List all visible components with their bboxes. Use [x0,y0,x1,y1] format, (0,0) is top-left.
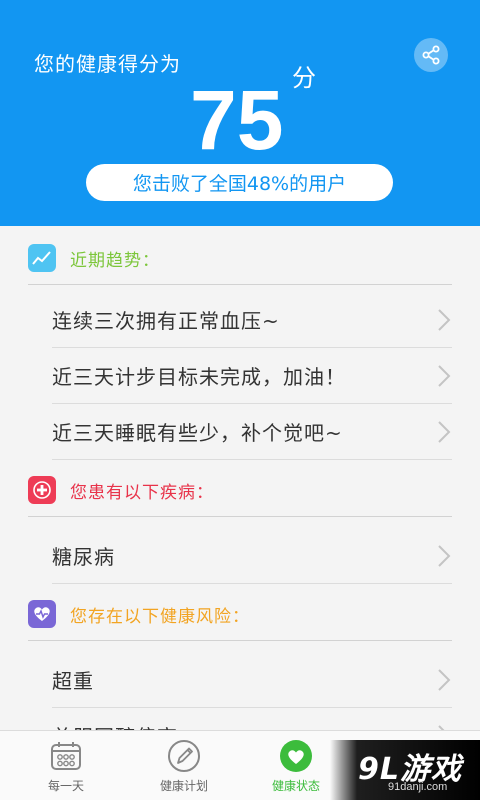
rank-badge: 您击败了全国48%的用户 [86,164,393,201]
heart-icon [279,739,313,773]
list-item-risk-2[interactable]: 总胆固醇偏高 [52,708,452,730]
site-watermark: 9L游戏 91danji.com [330,740,480,800]
chevron-right-icon [438,668,451,691]
calendar-icon [49,739,83,773]
score-header: 您的健康得分为 75 分 您击败了全国48%的用户 [0,0,480,226]
section-header-diseases: 您患有以下疾病： [28,464,452,517]
list-item-trend-3[interactable]: 近三天睡眠有些少，补个觉吧~ [52,404,452,460]
trend-chart-icon [28,244,56,272]
score-unit: 分 [292,64,316,92]
section-header-trends: 近期趋势： [28,232,452,285]
chevron-right-icon [438,308,451,331]
section-title-risks: 您存在以下健康风险： [70,606,250,627]
health-report-list[interactable]: 近期趋势： 连续三次拥有正常血压~ 近三天计步目标未完成，加油！ 近三天睡眠有些… [0,226,480,730]
pencil-icon [167,739,201,773]
list-item-label: 糖尿病 [52,545,115,569]
list-item-label: 近三天计步目标未完成，加油！ [52,365,346,389]
chevron-right-icon [438,364,451,387]
list-item-label: 超重 [52,669,94,693]
list-item-label: 连续三次拥有正常血压~ [52,309,280,333]
tab-daily[interactable]: 每一天 [16,731,116,800]
list-item-trend-2[interactable]: 近三天计步目标未完成，加油！ [52,348,452,404]
section-header-risks: 您存在以下健康风险： [28,588,452,641]
list-item-risk-1[interactable]: 超重 [52,652,452,708]
share-button[interactable] [414,38,448,72]
heart-pulse-icon [28,600,56,628]
section-title-trends: 近期趋势： [70,250,160,271]
section-title-diseases: 您患有以下疾病： [70,482,214,503]
rank-text: 您击败了全国48%的用户 [132,173,347,195]
tab-label: 健康计划 [159,779,208,793]
tab-label: 每一天 [47,779,84,793]
chevron-right-icon [438,544,451,567]
list-item-disease-1[interactable]: 糖尿病 [52,528,452,584]
tab-health-plan[interactable]: 健康计划 [134,731,234,800]
health-score: 75 [190,73,284,167]
list-item-label: 总胆固醇偏高 [52,721,178,730]
share-icon [422,45,440,65]
chevron-right-icon [438,420,451,443]
medical-cross-icon [28,476,56,504]
list-item-trend-1[interactable]: 连续三次拥有正常血压~ [52,292,452,348]
list-item-label: 近三天睡眠有些少，补个觉吧~ [52,421,343,445]
score-title: 您的健康得分为 [34,52,181,76]
tab-label: 健康状态 [271,779,320,793]
watermark-url: 91danji.com [388,781,448,793]
